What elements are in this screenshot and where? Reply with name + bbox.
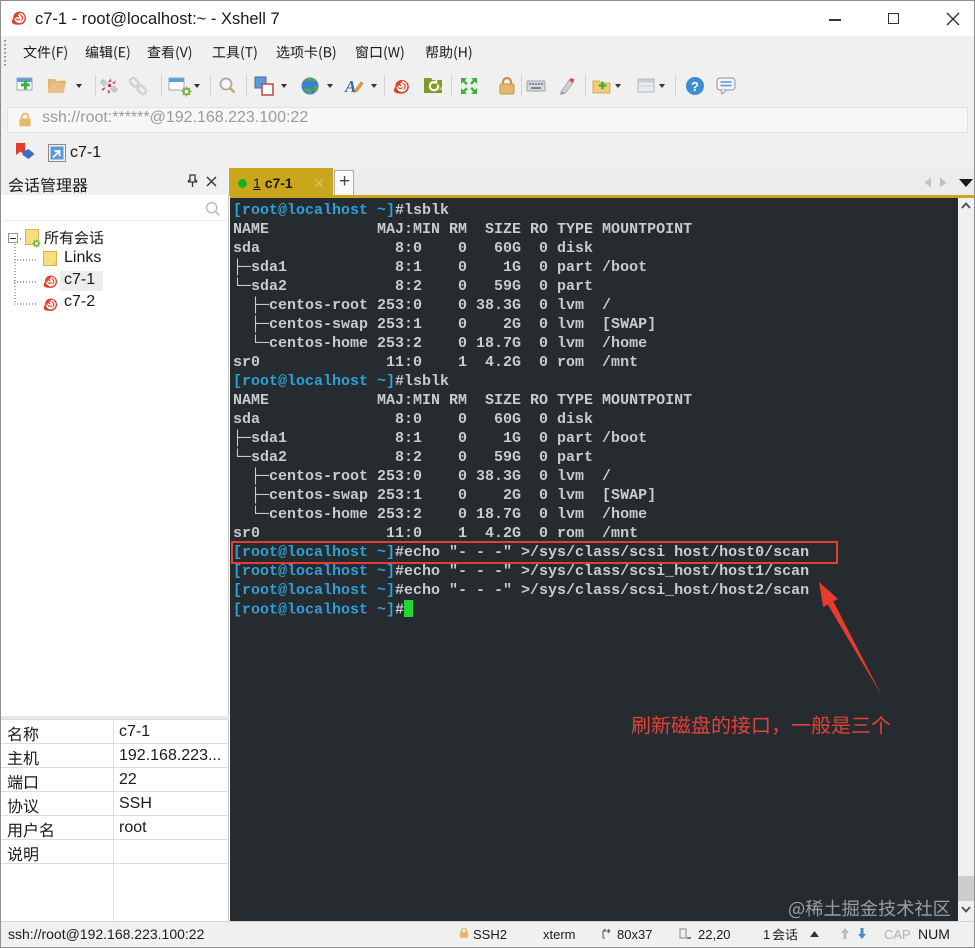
svg-text:?: ?	[691, 79, 699, 94]
svg-text:A: A	[344, 77, 356, 96]
